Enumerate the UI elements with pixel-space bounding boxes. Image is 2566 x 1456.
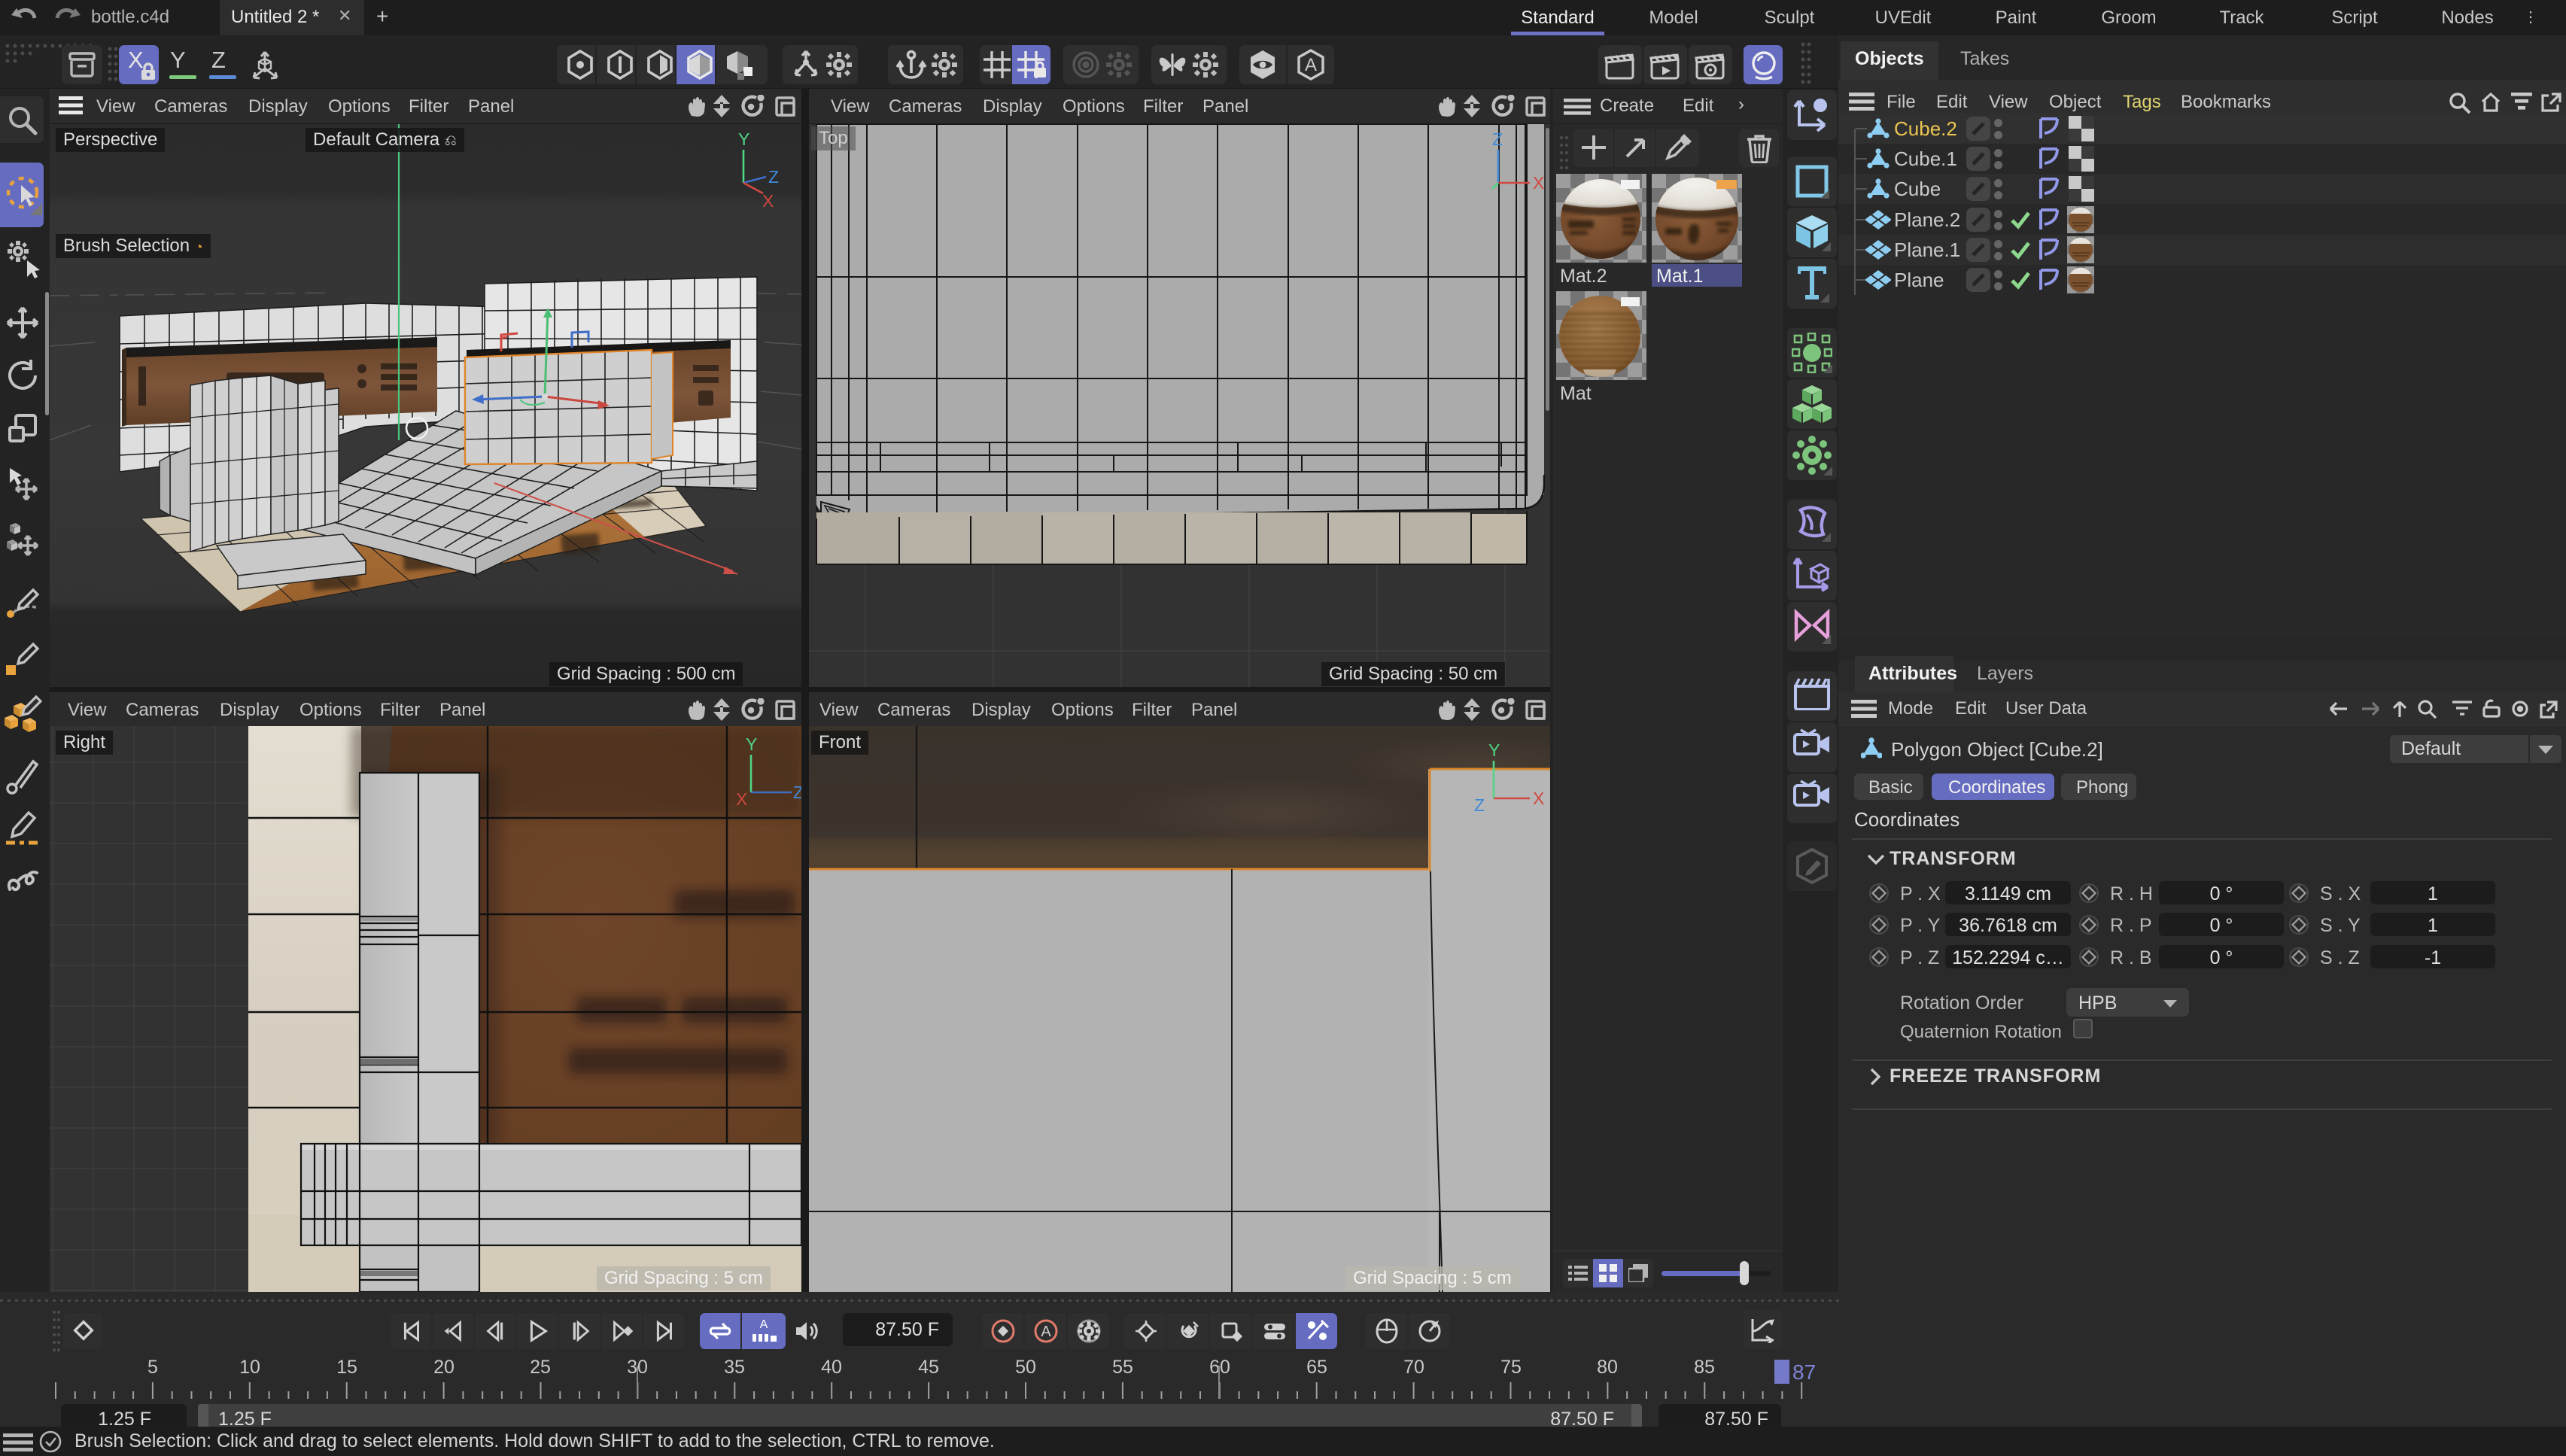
- svg-text:50: 50: [1015, 1358, 1036, 1378]
- svg-text:35: 35: [724, 1358, 745, 1378]
- svg-text:Z: Z: [1492, 129, 1503, 149]
- svg-text:Y: Y: [746, 734, 757, 754]
- svg-text:55: 55: [1112, 1358, 1133, 1378]
- svg-text:25: 25: [530, 1358, 551, 1378]
- svg-text:X: X: [762, 191, 774, 211]
- svg-text:A: A: [1305, 55, 1317, 75]
- svg-text:70: 70: [1403, 1358, 1424, 1378]
- svg-text:A: A: [1041, 1324, 1051, 1340]
- svg-text:Y: Y: [738, 129, 749, 149]
- svg-text:A: A: [760, 1318, 768, 1331]
- svg-text:45: 45: [918, 1358, 939, 1378]
- svg-text:65: 65: [1306, 1358, 1327, 1378]
- svg-text:X: X: [736, 789, 747, 809]
- svg-text:Y: Y: [1488, 740, 1500, 760]
- svg-text:5: 5: [147, 1358, 158, 1378]
- svg-text:20: 20: [433, 1358, 455, 1378]
- svg-text:Z: Z: [793, 783, 801, 802]
- svg-text:Z: Z: [1474, 795, 1485, 815]
- svg-text:X: X: [1533, 173, 1544, 193]
- svg-text:10: 10: [239, 1358, 260, 1378]
- svg-text:40: 40: [821, 1358, 842, 1378]
- svg-text:87: 87: [1792, 1360, 1816, 1384]
- svg-text:X: X: [1533, 789, 1544, 808]
- svg-text:Z: Z: [768, 167, 779, 187]
- svg-text:15: 15: [336, 1358, 357, 1378]
- svg-text:75: 75: [1500, 1358, 1522, 1378]
- svg-text:85: 85: [1694, 1358, 1715, 1378]
- svg-text:80: 80: [1597, 1358, 1618, 1378]
